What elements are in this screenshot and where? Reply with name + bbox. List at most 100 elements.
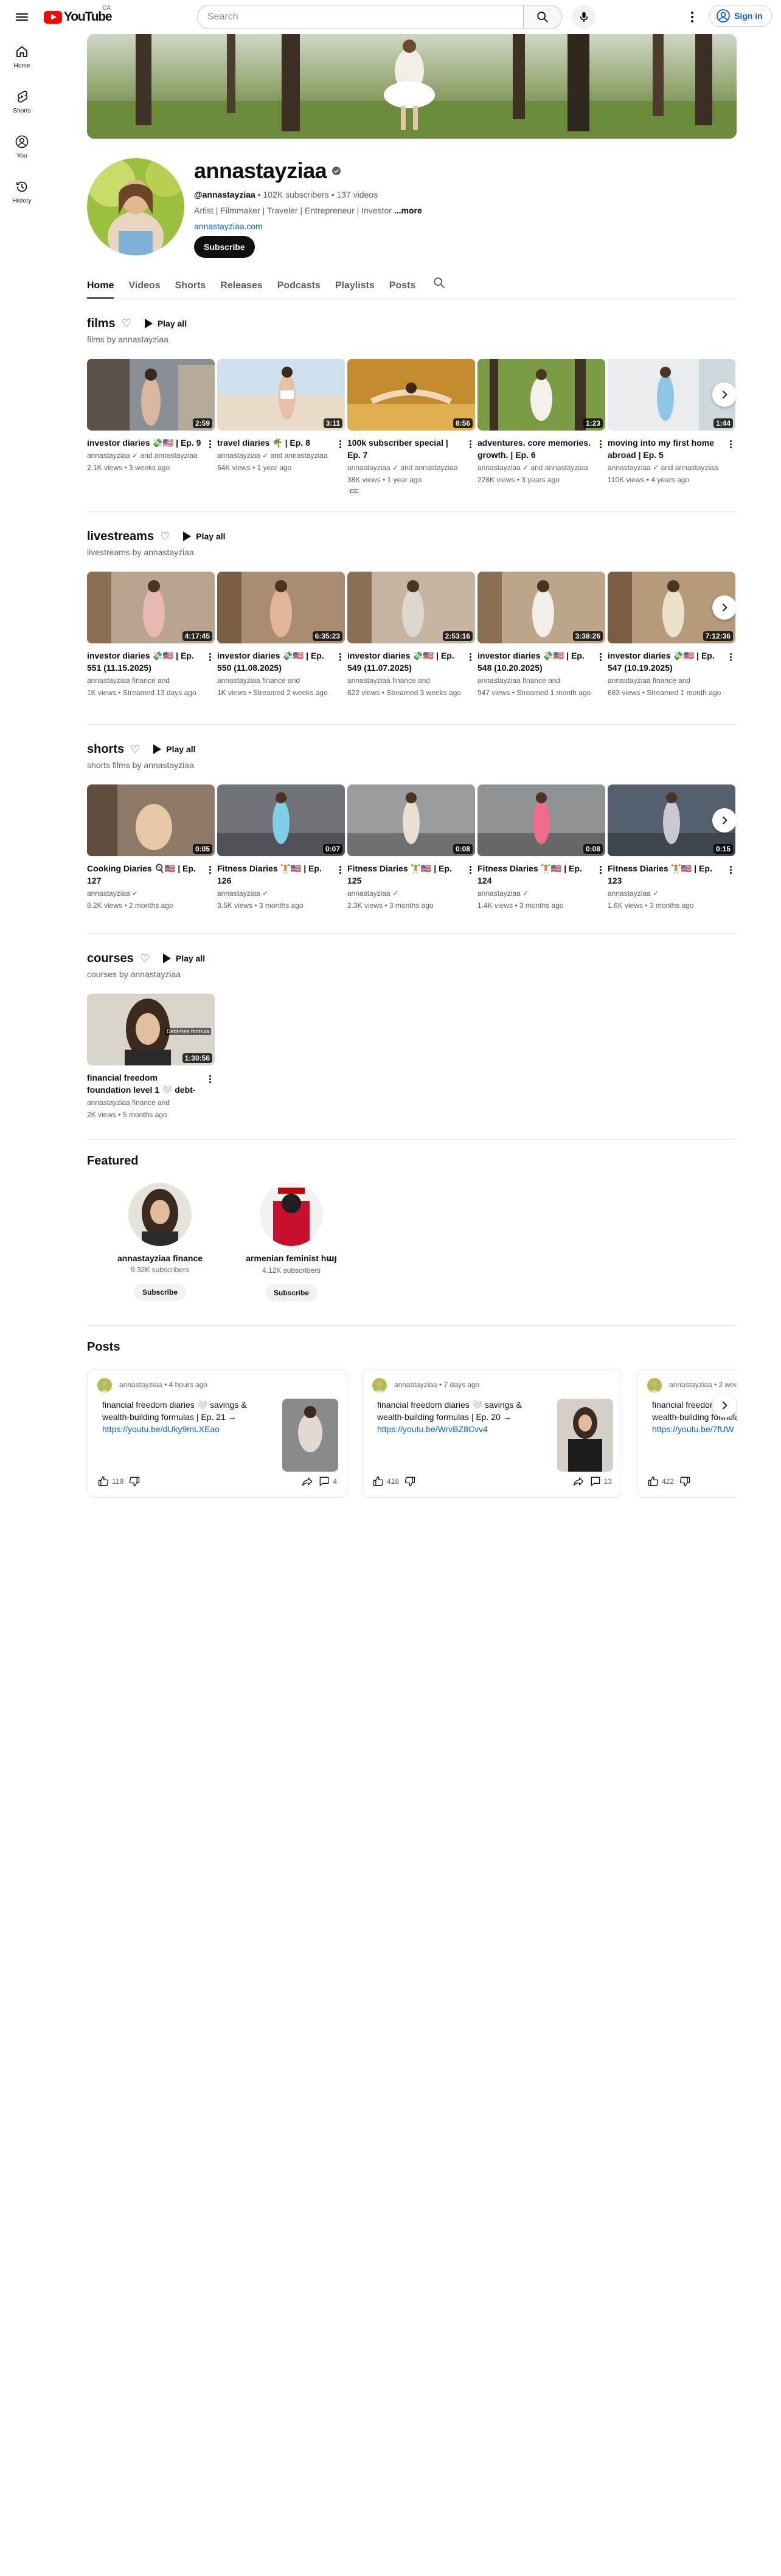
featured-subscribe-button[interactable]: Subscribe [265, 1284, 318, 1301]
section-title[interactable]: courses [87, 952, 134, 966]
video-title[interactable]: 100k subscriber special | Ep. 7 [347, 437, 475, 461]
video-title[interactable]: Cooking Diaries 🍳🇺🇸 | Ep. 127 [87, 862, 215, 887]
channel-description[interactable]: Artist | Filmmaker | Traveler | Entrepre… [194, 206, 422, 215]
video-title[interactable]: investor diaries 💸🇺🇸 | Ep. 547 (10.19.20… [608, 649, 735, 674]
more-actions-icon[interactable] [465, 864, 475, 876]
post-image[interactable] [557, 1399, 613, 1472]
more-link[interactable]: ...more [394, 206, 422, 215]
tab-videos[interactable]: Videos [128, 280, 160, 299]
post-card[interactable]: annastayziaa • 4 hours ago financial fre… [87, 1369, 347, 1498]
play-all-button[interactable]: Play all [176, 527, 232, 546]
post-link[interactable]: https://youtu.be/dUky9mLXEao [102, 1424, 220, 1434]
channel-search-icon[interactable] [432, 276, 446, 299]
subscribe-button[interactable]: Subscribe [194, 236, 255, 258]
channel-external-link[interactable]: annastayziaa.com [194, 221, 263, 231]
tab-releases[interactable]: Releases [220, 280, 262, 299]
video-title[interactable]: investor diaries 💸🇺🇸 | Ep. 550 (11.08.20… [217, 649, 345, 674]
video-title[interactable]: investor diaries 💸🇺🇸 | Ep. 9 [87, 437, 215, 449]
more-actions-icon[interactable] [205, 651, 215, 663]
video-thumbnail[interactable]: 3:38:26 [477, 572, 605, 643]
sidebar-item-shorts[interactable]: Shorts [2, 79, 41, 124]
play-all-button[interactable]: Play all [146, 739, 203, 759]
post-author-avatar[interactable] [97, 1378, 112, 1393]
more-actions-icon[interactable] [726, 651, 735, 663]
video-channel[interactable]: annastayziaa ✓ and annastayziaa [477, 462, 605, 473]
video-title[interactable]: Fitness Diaries 🏋️🇺🇸 | Ep. 126 [217, 862, 345, 887]
shelf-next-button[interactable] [712, 808, 737, 833]
video-card[interactable]: 3:11 travel diaries 🌴 | Ep. 8 annastayzi… [217, 359, 345, 496]
video-channel[interactable]: annastayziaa ✓ [87, 888, 215, 899]
video-card[interactable]: 0:15 Fitness Diaries 🏋️🇺🇸 | Ep. 123 anna… [608, 784, 735, 911]
like-button[interactable]: 119 [95, 1473, 126, 1490]
post-author[interactable]: annastayziaa • 7 days ago [394, 1380, 479, 1389]
video-title[interactable]: financial freedom foundation level 1 🤍 d… [87, 1072, 215, 1096]
dislike-button[interactable] [126, 1473, 143, 1490]
featured-subscribe-button[interactable]: Subscribe [133, 1284, 187, 1301]
tab-posts[interactable]: Posts [389, 280, 416, 299]
like-button[interactable]: 418 [370, 1473, 401, 1490]
video-title[interactable]: Fitness Diaries 🏋️🇺🇸 | Ep. 124 [477, 862, 605, 887]
video-thumbnail[interactable]: 3:11 [217, 359, 345, 431]
video-channel[interactable]: annastayziaa finance and [87, 1097, 215, 1108]
more-actions-icon[interactable] [465, 438, 475, 450]
video-channel[interactable]: annastayziaa finance and [477, 675, 605, 686]
video-channel[interactable]: annastayziaa ✓ [217, 888, 345, 899]
video-channel[interactable]: annastayziaa finance and [87, 675, 215, 686]
video-card[interactable]: 7:12:36 investor diaries 💸🇺🇸 | Ep. 547 (… [608, 572, 735, 698]
sidebar-item-home[interactable]: Home [2, 34, 41, 79]
video-thumbnail[interactable]: 0:08 [347, 784, 475, 856]
post-card[interactable]: annastayziaa • 2 weeks ago financial fre… [637, 1369, 737, 1498]
video-channel[interactable]: annastayziaa finance and [347, 675, 475, 686]
shelf-next-button[interactable] [712, 595, 737, 620]
more-actions-icon[interactable] [205, 864, 215, 876]
dislike-button[interactable] [676, 1473, 693, 1490]
tab-shorts[interactable]: Shorts [175, 280, 206, 299]
voice-search-button[interactable] [572, 5, 596, 29]
section-title[interactable]: films [87, 317, 116, 331]
post-author-avatar[interactable] [372, 1378, 387, 1393]
post-card[interactable]: annastayziaa • 7 days ago financial free… [362, 1369, 622, 1498]
video-card[interactable]: 3:38:26 investor diaries 💸🇺🇸 | Ep. 548 (… [477, 572, 605, 698]
video-card[interactable]: Debt-free formula 1:30:56 financial free… [87, 994, 215, 1120]
youtube-logo[interactable]: YouTube [44, 10, 113, 24]
like-button[interactable]: 422 [645, 1473, 676, 1490]
video-thumbnail[interactable]: 0:05 [87, 784, 215, 856]
video-thumbnail[interactable]: 6:35:23 [217, 572, 345, 643]
video-channel[interactable]: annastayziaa finance and [217, 675, 345, 686]
sidebar-item-you[interactable]: You [2, 124, 41, 169]
video-title[interactable]: travel diaries 🌴 | Ep. 8 [217, 437, 345, 449]
featured-channel-name[interactable]: armenian feminist hայ [246, 1253, 337, 1264]
post-link[interactable]: https://youtu.be/WrvBZ8Cvv4 [377, 1424, 488, 1434]
section-title[interactable]: livestreams [87, 530, 154, 544]
more-actions-icon[interactable] [335, 438, 345, 450]
video-card[interactable]: 0:07 Fitness Diaries 🏋️🇺🇸 | Ep. 126 anna… [217, 784, 345, 911]
video-channel[interactable]: annastayziaa ✓ and annastayziaa [87, 450, 215, 461]
video-thumbnail[interactable]: 8:56 [347, 359, 475, 431]
more-actions-icon[interactable] [595, 651, 605, 663]
video-card[interactable]: 2:53:16 investor diaries 💸🇺🇸 | Ep. 549 (… [347, 572, 475, 698]
shelf-next-button[interactable] [712, 383, 737, 407]
tab-playlists[interactable]: Playlists [335, 280, 375, 299]
post-author-avatar[interactable] [647, 1378, 662, 1393]
video-title[interactable]: investor diaries 💸🇺🇸 | Ep. 549 (11.07.20… [347, 649, 475, 674]
sign-in-button[interactable]: Sign in [709, 5, 772, 27]
video-channel[interactable]: annastayziaa ✓ [608, 888, 735, 899]
more-actions-icon[interactable] [726, 864, 735, 876]
more-actions-icon[interactable] [205, 1073, 215, 1085]
video-thumbnail[interactable]: 0:07 [217, 784, 345, 856]
more-actions-icon[interactable] [595, 438, 605, 450]
video-thumbnail[interactable]: 1:23 [477, 359, 605, 431]
search-button[interactable] [523, 5, 562, 29]
post-image[interactable] [282, 1399, 338, 1472]
video-card[interactable]: 8:56 100k subscriber special | Ep. 7 ann… [347, 359, 475, 496]
video-title[interactable]: Fitness Diaries 🏋️🇺🇸 | Ep. 125 [347, 862, 475, 887]
video-channel[interactable]: annastayziaa ✓ and annastayziaa [608, 462, 735, 473]
dislike-button[interactable] [401, 1473, 418, 1490]
comment-button[interactable]: 13 [587, 1473, 614, 1490]
featured-avatar[interactable] [260, 1183, 323, 1246]
video-title[interactable]: moving into my first home abroad | Ep. 5 [608, 437, 735, 461]
more-actions-icon[interactable] [726, 438, 735, 450]
video-channel[interactable]: annastayziaa ✓ [477, 888, 605, 899]
video-card[interactable]: 2:59 investor diaries 💸🇺🇸 | Ep. 9 annast… [87, 359, 215, 496]
video-title[interactable]: investor diaries 💸🇺🇸 | Ep. 551 (11.15.20… [87, 649, 215, 674]
